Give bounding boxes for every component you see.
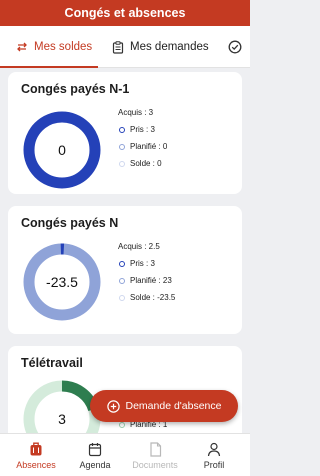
card-title: Congés payés N: [21, 216, 119, 230]
stat-pris: Pris : 3: [118, 255, 175, 272]
pris-dot-icon: [119, 260, 125, 267]
plus-circle-icon: [106, 399, 120, 413]
balance-legend: Acquis : 2.5 Pris : 3 Planifié : 23 Sold…: [118, 238, 175, 306]
user-icon: [207, 441, 221, 457]
active-tab-indicator: [0, 66, 98, 68]
pris-dot-icon: [119, 126, 125, 133]
stat-label: Solde : 0: [130, 159, 162, 168]
planifie-dot-icon: [119, 143, 125, 150]
stat-solde: Solde : 0: [118, 155, 167, 172]
app-header: Congés et absences: [0, 0, 250, 26]
planifie-dot-icon: [119, 421, 125, 428]
stat-label: Pris : 3: [130, 125, 155, 134]
nav-absences[interactable]: Absences: [11, 434, 61, 476]
stat-label: Pris : 3: [130, 259, 155, 268]
nav-label: Agenda: [79, 460, 111, 470]
donut-center-value: 0: [58, 142, 66, 158]
new-absence-request-button[interactable]: Demande d'absence: [90, 390, 238, 422]
nav-agenda[interactable]: Agenda: [70, 434, 120, 476]
stat-pris: Pris : 3: [118, 121, 167, 138]
tab-mes-soldes[interactable]: Mes soldes: [16, 26, 92, 68]
stat-label: Solde : -23.5: [130, 293, 176, 302]
tab-label: Mes soldes: [34, 41, 93, 53]
solde-dot-icon: [119, 294, 125, 301]
nav-label: Profil: [203, 460, 225, 470]
stat-planifie: Planifié : 23: [118, 272, 175, 289]
nav-label: Absences: [16, 460, 56, 470]
stat-label: Planifié : 0: [130, 142, 168, 151]
nav-documents[interactable]: Documents: [130, 434, 180, 476]
balance-card-cp-n-1: Congés payés N-1 0 Acquis : 3 Pris : 3 P…: [8, 72, 242, 194]
bottom-navigation: Absences Agenda Documents Profil: [0, 433, 250, 476]
card-title: Télétravail: [21, 356, 83, 370]
stat-label: Planifié : 23: [130, 276, 172, 285]
tab-bar: Mes soldes Mes demandes: [0, 26, 250, 68]
balance-donut-chart: 0: [22, 110, 102, 190]
clipboard-icon: [112, 40, 124, 54]
balance-card-cp-n: Congés payés N -23.5 Acquis : 2.5 Pris :…: [8, 206, 242, 334]
swap-arrows-icon: [16, 41, 28, 53]
nav-profil[interactable]: Profil: [189, 434, 239, 476]
document-icon: [149, 441, 162, 457]
card-title: Congés payés N-1: [21, 82, 130, 96]
donut-center-value: -23.5: [46, 274, 78, 290]
stat-acquis: Acquis : 3: [118, 108, 154, 117]
calendar-icon: [88, 441, 102, 457]
suitcase-icon: [29, 441, 43, 457]
fab-label: Demande d'absence: [125, 400, 222, 412]
balance-donut-chart: -23.5: [22, 242, 102, 322]
page-title: Congés et absences: [64, 6, 186, 20]
planifie-dot-icon: [119, 277, 125, 284]
solde-dot-icon: [119, 160, 125, 167]
balance-legend: Acquis : 3 Pris : 3 Planifié : 0 Solde :…: [118, 104, 167, 172]
tab-label: Mes demandes: [130, 41, 209, 53]
tab-validations[interactable]: [228, 26, 248, 68]
tab-mes-demandes[interactable]: Mes demandes: [112, 26, 209, 68]
stat-acquis: Acquis : 2.5: [118, 242, 160, 251]
stat-solde: Solde : -23.5: [118, 289, 175, 306]
nav-label: Documents: [132, 460, 178, 470]
stat-planifie: Planifié : 0: [118, 138, 167, 155]
check-circle-icon: [228, 40, 242, 54]
